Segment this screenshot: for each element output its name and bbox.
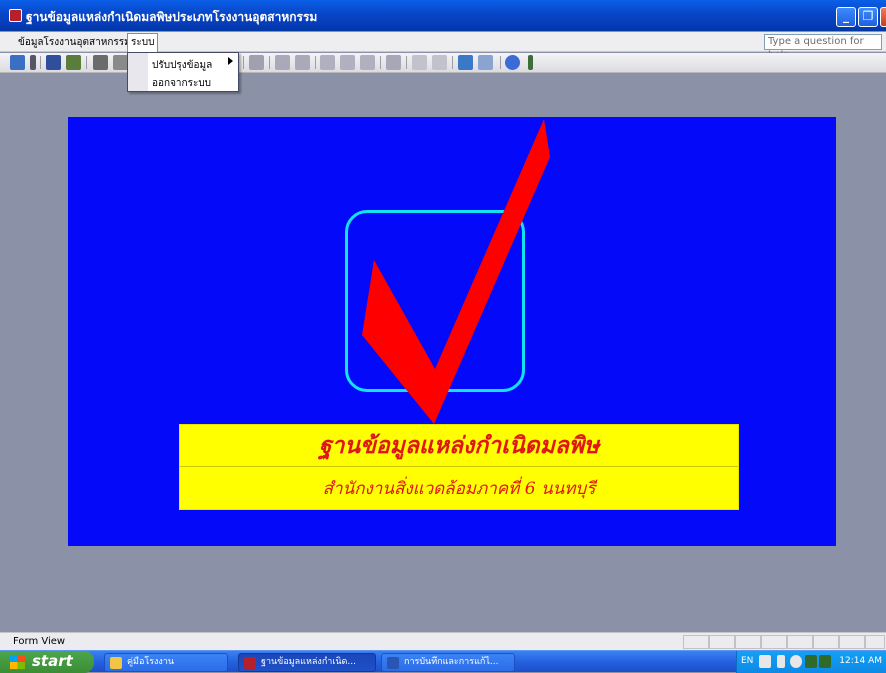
help-tray-icon[interactable]	[759, 655, 771, 668]
taskbar-item-label: คู่มือโรงงาน	[127, 657, 175, 667]
menu-item-exit-system[interactable]: ออกจากระบบ	[152, 76, 211, 91]
print-icon[interactable]	[93, 55, 108, 70]
form-subtitle: สำนักงานสิ่งแวดล้อมภาคที่ 6 นนทบุรี	[322, 479, 596, 499]
menu-icon-strip	[128, 53, 148, 91]
menu-factory-data[interactable]: ข้อมูลโรงงานอุตสาหกรรม	[15, 35, 134, 50]
folder-icon	[110, 657, 122, 669]
status-tray-icon[interactable]	[819, 655, 831, 668]
help-icon[interactable]	[505, 55, 520, 70]
toolbar-separator	[406, 56, 407, 69]
start-button[interactable]: start	[0, 651, 94, 673]
status-pane	[787, 635, 813, 649]
delete-record-icon[interactable]	[432, 55, 447, 70]
save-icon[interactable]	[46, 55, 61, 70]
ime-tray-icon[interactable]	[777, 655, 785, 668]
minimize-button[interactable]: _	[836, 7, 856, 27]
sort-ascending-icon[interactable]	[275, 55, 290, 70]
taskbar-item-database[interactable]: ฐานข้อมูลแหล่งกำเนิด...	[238, 653, 376, 672]
submenu-arrow-icon	[228, 57, 233, 65]
toolbar-separator	[86, 56, 87, 69]
toolbar-separator	[380, 56, 381, 69]
taskbar: start คู่มือโรงงาน ฐานข้อมูลแหล่งกำเนิด.…	[0, 650, 886, 673]
windows-logo-icon	[10, 655, 25, 669]
toolbar-separator	[315, 56, 316, 69]
access-window: ฐานข้อมูลแหล่งกำเนิดมลพิษประเภทโรงงานอุต…	[0, 0, 886, 673]
form-title: ฐานข้อมูลแหล่งกำเนิดมลพิษ	[318, 432, 600, 459]
filter-by-form-icon[interactable]	[340, 55, 355, 70]
toolbar-separator	[40, 56, 41, 69]
close-button[interactable]	[880, 7, 886, 27]
status-bar: Form View	[0, 632, 886, 650]
form-canvas: ฐานข้อมูลแหล่งกำเนิดมลพิษ สำนักงานสิ่งแว…	[68, 117, 836, 546]
system-tray: EN 12:14 AM	[736, 651, 886, 673]
help-search-input[interactable]: Type a question for help	[764, 34, 882, 61]
view-dropdown-arrow-icon[interactable]	[30, 55, 36, 70]
file-search-icon[interactable]	[66, 55, 81, 70]
insert-hyperlink-icon[interactable]	[249, 55, 264, 70]
taskbar-item-label: การบันทึกและการแก้ไ...	[404, 657, 499, 667]
toolbar-options-icon[interactable]	[528, 55, 533, 70]
status-pane	[839, 635, 865, 649]
toolbar-separator	[269, 56, 270, 69]
access-icon	[244, 657, 256, 669]
taskbar-item-document[interactable]: การบันทึกและการแก้ไ...	[381, 653, 515, 672]
menu-bar: ข้อมูลโรงงานอุตสาหกรรม ระบบ	[0, 32, 886, 52]
toolbar-separator	[243, 56, 244, 69]
taskbar-item-folder[interactable]: คู่มือโรงงาน	[104, 653, 228, 672]
word-icon	[387, 657, 399, 669]
apply-filter-icon[interactable]	[360, 55, 375, 70]
maximize-button[interactable]: ❐	[858, 7, 878, 27]
clock[interactable]: 12:14 AM	[839, 656, 882, 666]
form-banner: ฐานข้อมูลแหล่งกำเนิดมลพิษ สำนักงานสิ่งแว…	[179, 424, 739, 510]
new-object-icon[interactable]	[478, 55, 493, 70]
status-text: Form View	[13, 636, 66, 647]
status-pane	[865, 635, 885, 649]
find-icon[interactable]	[386, 55, 401, 70]
status-pane	[709, 635, 735, 649]
sort-descending-icon[interactable]	[295, 55, 310, 70]
window-title: ฐานข้อมูลแหล่งกำเนิดมลพิษประเภทโรงงานอุต…	[26, 10, 318, 24]
status-pane	[735, 635, 761, 649]
start-label: start	[32, 652, 73, 670]
menu-item-update-data[interactable]: ปรับปรุงข้อมูล	[152, 58, 212, 73]
show-hidden-icons-icon[interactable]	[790, 655, 802, 668]
status-pane	[813, 635, 839, 649]
keyboard-tray-icon[interactable]	[805, 655, 817, 668]
view-icon[interactable]	[10, 55, 25, 70]
language-indicator[interactable]: EN	[741, 656, 753, 666]
system-menu-dropdown: ปรับปรุงข้อมูล ออกจากระบบ	[127, 52, 239, 92]
taskbar-item-label: ฐานข้อมูลแหล่งกำเนิด...	[261, 657, 356, 667]
title-bar[interactable]: ฐานข้อมูลแหล่งกำเนิดมลพิษประเภทโรงงานอุต…	[0, 0, 886, 31]
menu-system[interactable]: ระบบ	[127, 33, 159, 52]
print-preview-icon[interactable]	[113, 55, 128, 70]
database-window-icon[interactable]	[458, 55, 473, 70]
new-record-icon[interactable]	[412, 55, 427, 70]
toolbar-separator	[500, 56, 501, 69]
banner-divider	[180, 466, 738, 467]
filter-by-selection-icon[interactable]	[320, 55, 335, 70]
status-pane	[761, 635, 787, 649]
toolbar-separator	[452, 56, 453, 69]
status-pane	[683, 635, 709, 649]
access-app-icon[interactable]	[9, 9, 22, 22]
